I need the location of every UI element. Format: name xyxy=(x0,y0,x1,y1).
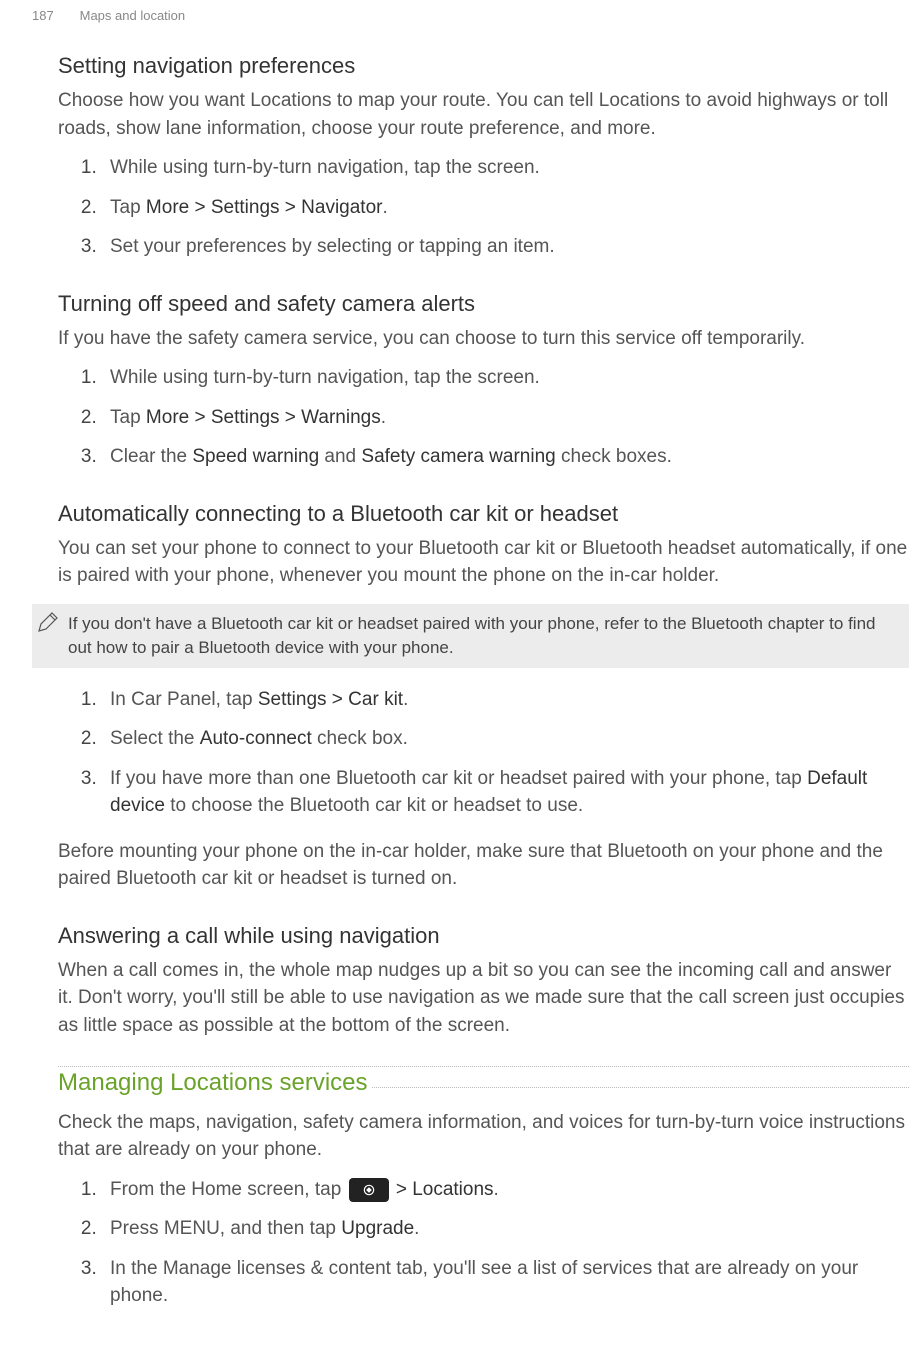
intro-paragraph: When a call comes in, the whole map nudg… xyxy=(58,957,909,1040)
heading-answering-call: Answering a call while using navigation xyxy=(58,923,909,949)
step-item: Tap More > Settings > Warnings. xyxy=(102,404,909,432)
step-item: Set your preferences by selecting or tap… xyxy=(102,233,909,261)
step-item: While using turn-by-turn navigation, tap… xyxy=(102,154,909,182)
page-number: 187 xyxy=(32,8,76,23)
intro-paragraph: You can set your phone to connect to you… xyxy=(58,535,909,590)
step-item: From the Home screen, tap > Locations. xyxy=(102,1176,909,1204)
heading-managing-locations-services: Managing Locations services xyxy=(58,1069,372,1097)
ui-label: Speed warning xyxy=(192,446,319,467)
step-item: Press MENU, and then tap Upgrade. xyxy=(102,1215,909,1243)
note-callout: If you don't have a Bluetooth car kit or… xyxy=(32,604,909,668)
ui-label: Auto-connect xyxy=(200,728,312,749)
step-item: Tap More > Settings > Navigator. xyxy=(102,194,909,222)
all-apps-icon xyxy=(349,1178,389,1202)
ui-label: Safety camera warning xyxy=(361,446,555,467)
steps-list: While using turn-by-turn navigation, tap… xyxy=(58,154,909,261)
heading-auto-bluetooth: Automatically connecting to a Bluetooth … xyxy=(58,501,909,527)
step-item: If you have more than one Bluetooth car … xyxy=(102,765,909,820)
note-text: If you don't have a Bluetooth car kit or… xyxy=(68,614,875,657)
ui-label: Upgrade xyxy=(341,1218,414,1239)
running-header: 187 Maps and location xyxy=(0,0,917,23)
step-item: In the Manage licenses & content tab, yo… xyxy=(102,1255,909,1310)
outro-paragraph: Before mounting your phone on the in-car… xyxy=(58,838,909,893)
ui-path: Settings > Car kit xyxy=(258,689,403,710)
pencil-icon xyxy=(36,610,60,634)
step-item: In Car Panel, tap Settings > Car kit. xyxy=(102,686,909,714)
step-item: Clear the Speed warning and Safety camer… xyxy=(102,443,909,471)
steps-list: From the Home screen, tap > Locations. P… xyxy=(58,1176,909,1310)
step-item: While using turn-by-turn navigation, tap… xyxy=(102,364,909,392)
intro-paragraph: If you have the safety camera service, y… xyxy=(58,325,909,353)
heading-turning-off-alerts: Turning off speed and safety camera aler… xyxy=(58,291,909,317)
ui-path: > Locations xyxy=(391,1179,494,1200)
major-section-divider: Managing Locations services xyxy=(58,1066,909,1099)
intro-paragraph: Check the maps, navigation, safety camer… xyxy=(58,1109,909,1164)
heading-setting-navigation-preferences: Setting navigation preferences xyxy=(58,53,909,79)
ui-path: More > Settings > Navigator xyxy=(146,197,383,218)
intro-paragraph: Choose how you want Locations to map you… xyxy=(58,87,909,142)
steps-list: While using turn-by-turn navigation, tap… xyxy=(58,364,909,471)
dotted-divider xyxy=(372,1087,909,1088)
section-name: Maps and location xyxy=(80,8,186,23)
ui-path: More > Settings > Warnings xyxy=(146,407,381,428)
step-item: Select the Auto-connect check box. xyxy=(102,725,909,753)
steps-list: In Car Panel, tap Settings > Car kit. Se… xyxy=(58,686,909,820)
